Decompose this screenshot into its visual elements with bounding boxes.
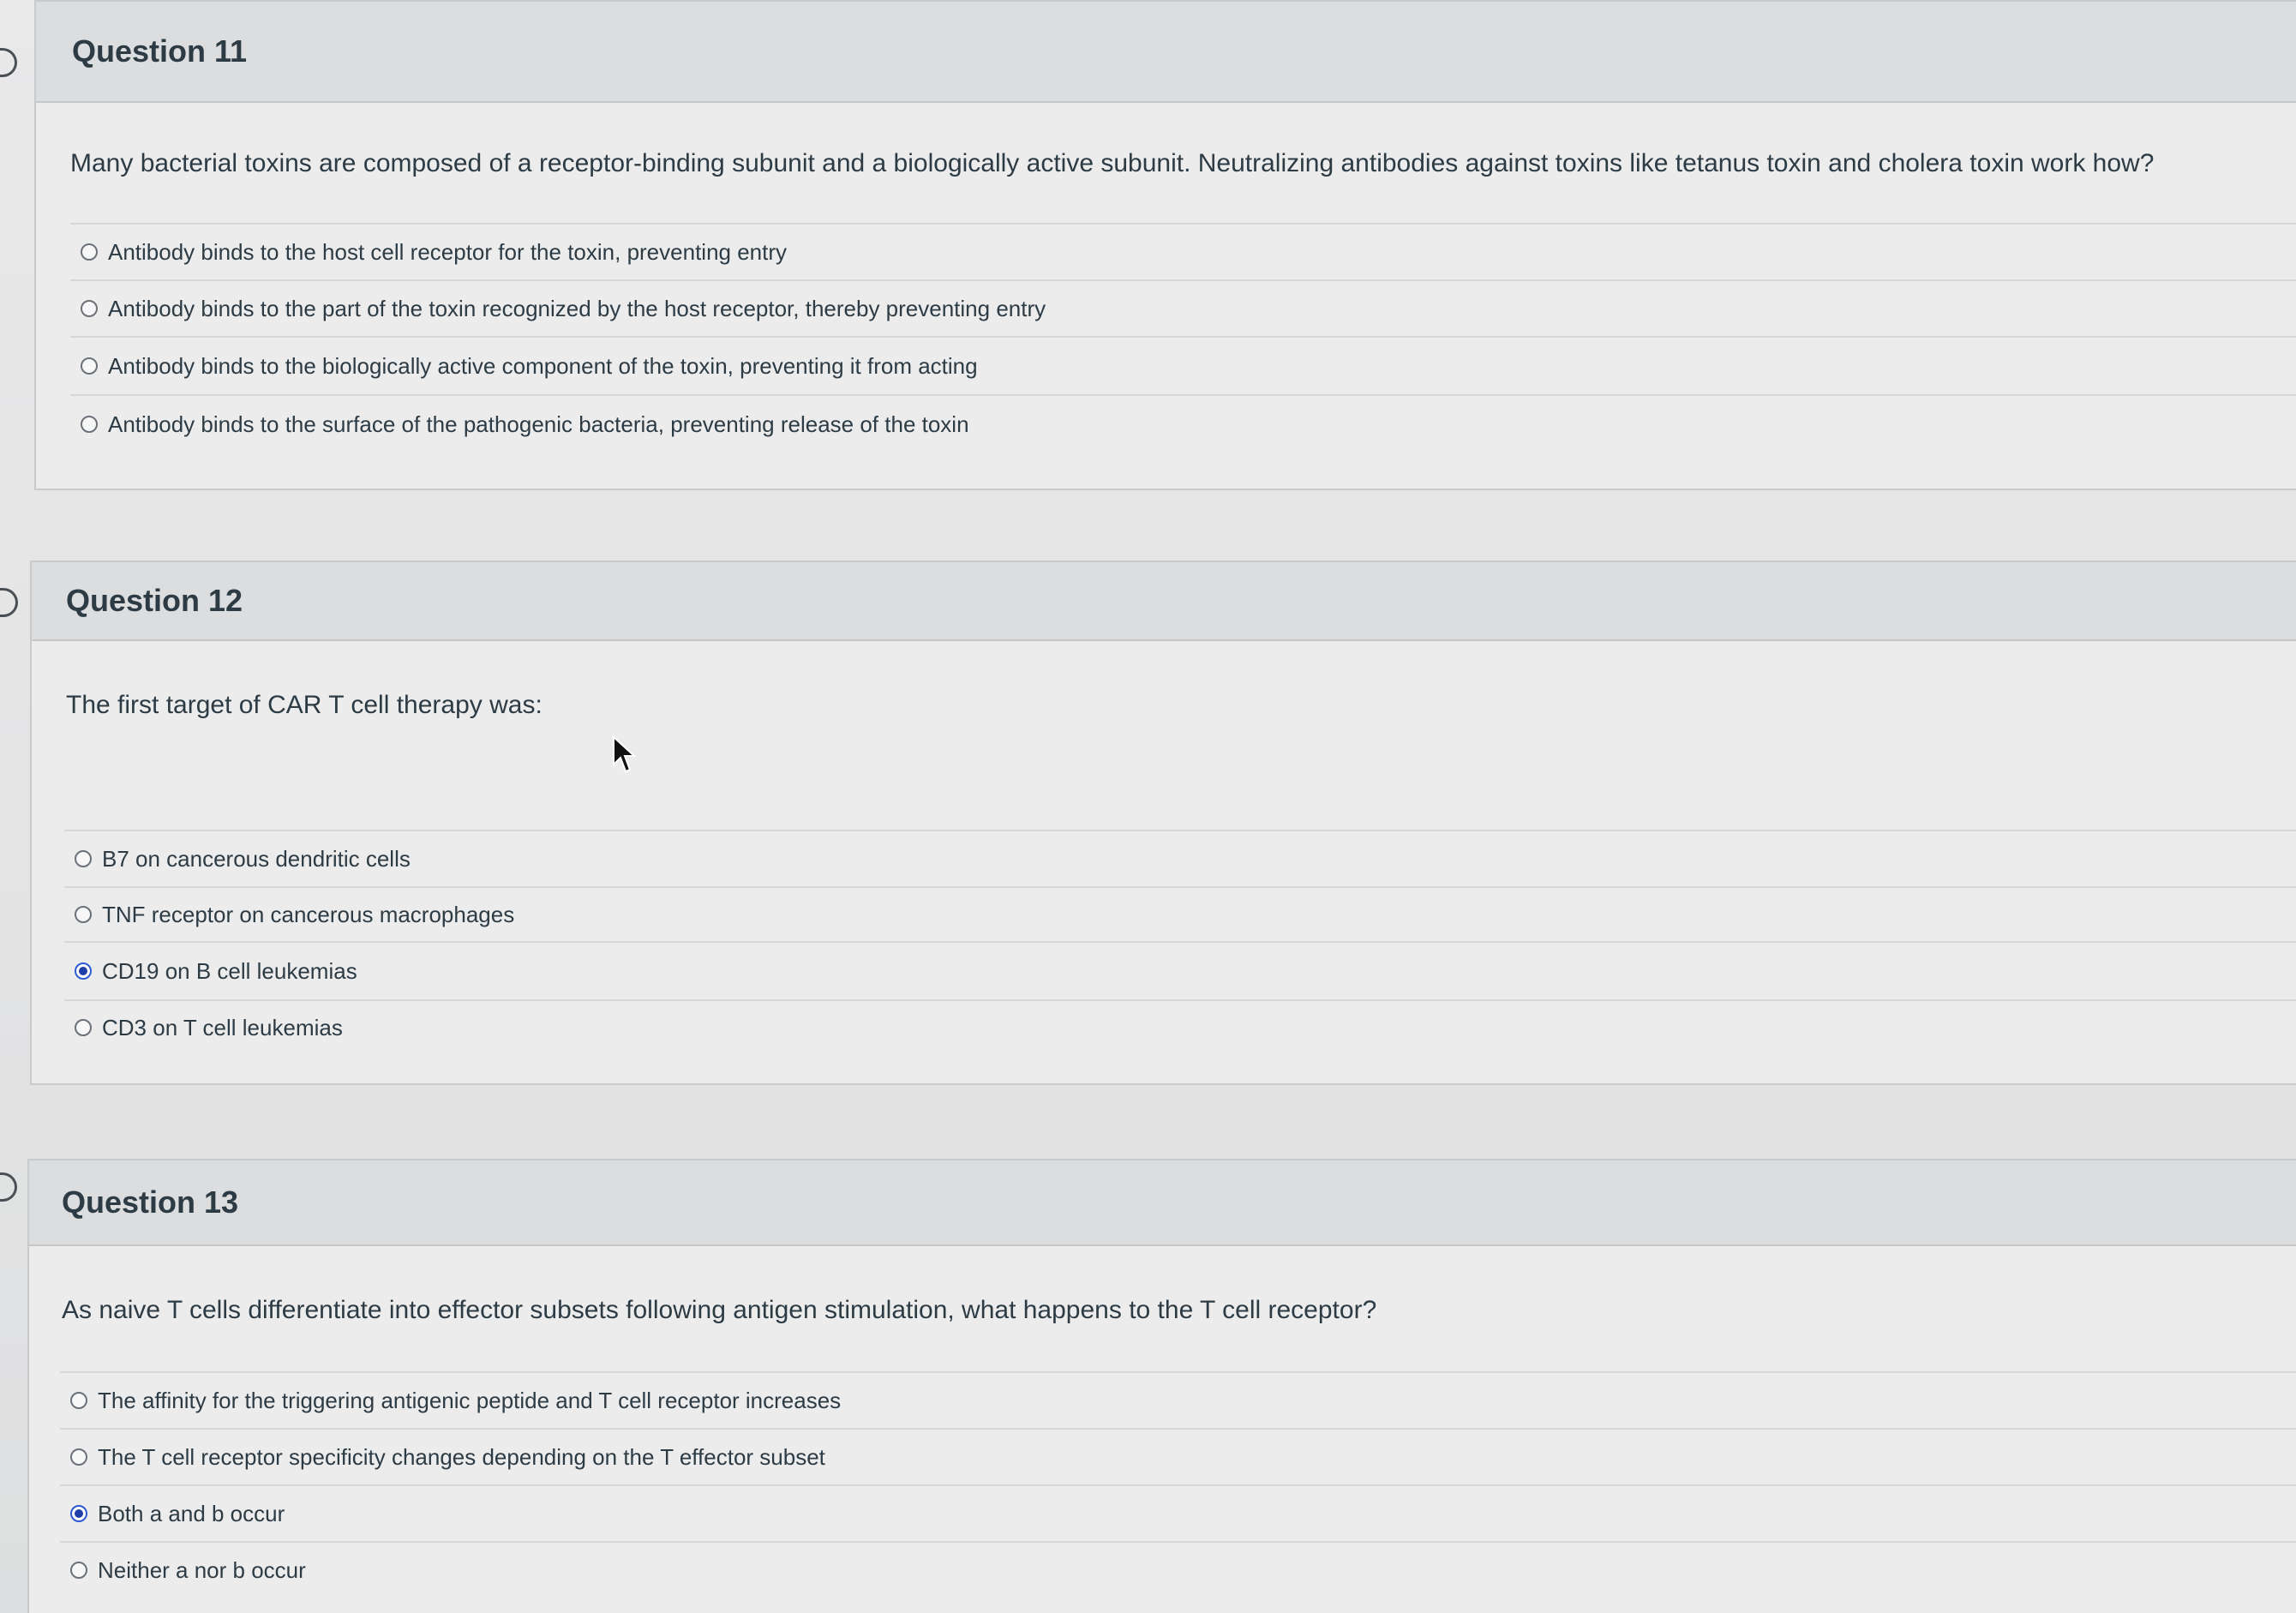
question-text: The first target of CAR T cell therapy w… [66,691,543,719]
question-title: Question 11 [72,33,248,69]
answer-label: Antibody binds to the surface of the pat… [108,411,969,437]
answer-label: TNF receptor on cancerous macrophages [102,901,515,927]
question-title: Question 12 [66,583,243,618]
answer-option[interactable]: Both a and b occur [60,1484,2296,1541]
question-12-card: Question 12 The first target of CAR T ce… [0,561,2296,1085]
answer-option[interactable]: The T cell receptor specificity changes … [60,1428,2296,1484]
mouse-pointer-icon [613,735,637,773]
answer-label: CD19 on B cell leukemias [102,957,357,984]
radio-button[interactable] [81,243,98,261]
question-11-header: Question 11 [36,2,2296,103]
question-title: Question 13 [62,1184,239,1220]
question-text: As naive T cells differentiate into effe… [62,1296,1377,1324]
radio-dot-icon [79,967,87,975]
question-flag-icon[interactable] [0,588,18,617]
answer-option[interactable]: B7 on cancerous dendritic cells [64,830,2296,886]
answer-option[interactable]: Antibody binds to the part of the toxin … [70,279,2296,336]
question-12-header: Question 12 [32,562,2296,641]
answer-option[interactable]: TNF receptor on cancerous macrophages [64,886,2296,941]
radio-dot-icon [75,1509,83,1518]
answer-option[interactable]: Antibody binds to the biologically activ… [70,336,2296,394]
question-flag-icon[interactable] [0,1172,17,1202]
radio-button[interactable] [75,906,92,923]
radio-button[interactable] [70,1448,87,1466]
radio-button[interactable] [75,1019,92,1036]
answer-option[interactable]: The affinity for the triggering antigeni… [60,1371,2296,1428]
quiz-page: Question 11 Many bacterial toxins are co… [0,0,2296,1613]
radio-button-selected[interactable] [70,1505,87,1522]
question-flag-icon[interactable] [0,48,17,77]
answer-label: Antibody binds to the host cell receptor… [108,238,788,265]
radio-button[interactable] [81,416,98,433]
answer-label: The affinity for the triggering antigeni… [98,1387,842,1413]
answer-list: Antibody binds to the host cell receptor… [70,223,2296,453]
answer-label: Antibody binds to the part of the toxin … [108,295,1046,321]
radio-button[interactable] [81,357,98,375]
question-11-card: Question 11 Many bacterial toxins are co… [0,0,2296,490]
answer-option[interactable]: CD19 on B cell leukemias [64,941,2296,999]
answer-label: Both a and b occur [98,1500,285,1526]
question-13-header: Question 13 [29,1160,2296,1246]
question-text: Many bacterial toxins are composed of a … [70,149,2155,177]
answer-label: The T cell receptor specificity changes … [98,1443,825,1470]
answer-list: The affinity for the triggering antigeni… [60,1371,2296,1598]
radio-button-selected[interactable] [75,962,92,980]
answer-option[interactable]: Antibody binds to the surface of the pat… [70,394,2296,453]
answer-list: B7 on cancerous dendritic cells TNF rece… [64,830,2296,1054]
answer-option[interactable]: CD3 on T cell leukemias [64,999,2296,1054]
radio-button[interactable] [70,1392,87,1409]
radio-button[interactable] [81,300,98,317]
answer-option[interactable]: Neither a nor b occur [60,1541,2296,1598]
radio-button[interactable] [75,850,92,867]
radio-button[interactable] [70,1562,87,1579]
answer-label: CD3 on T cell leukemias [102,1014,343,1040]
answer-label: Neither a nor b occur [98,1556,306,1583]
answer-option[interactable]: Antibody binds to the host cell receptor… [70,223,2296,279]
answer-label: B7 on cancerous dendritic cells [102,845,411,872]
question-13-card: Question 13 As naive T cells differentia… [0,1159,2296,1613]
answer-label: Antibody binds to the biologically activ… [108,352,978,379]
